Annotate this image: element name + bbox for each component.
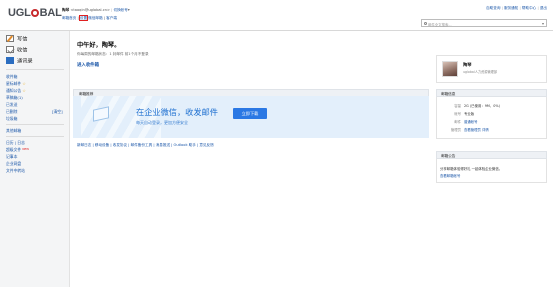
enter-inbox-link[interactable]: 进入收件箱: [77, 62, 99, 68]
notice-panel: [436, 159, 547, 183]
star-icon: ☆: [22, 81, 26, 86]
profile-card: 陶琴 uglobal人力资源管理部: [436, 55, 547, 83]
user-email: <taoqin@uglobal.cn>: [70, 8, 110, 12]
user-identity: 陶琴 <taoqin@uglobal.cn> | 切换帐号▾: [62, 8, 130, 12]
capacity-value: 2G (已使用：9M，0%): [464, 104, 500, 108]
sidebar-item-inbox[interactable]: 收件箱: [6, 74, 17, 80]
envelope-icon: [6, 46, 14, 53]
pencil-icon: [6, 35, 14, 42]
promo-subtitle: 每天自动登录，更加方便安全: [136, 120, 188, 125]
compose-button[interactable]: 写信: [6, 35, 27, 44]
divider: [6, 136, 64, 137]
link-self-service[interactable]: 自助查询: [486, 6, 500, 10]
contacts-button[interactable]: 通讯录: [6, 57, 33, 66]
search-input[interactable]: 邮件全文搜索...: [428, 22, 452, 27]
new-badge: NEW: [22, 147, 30, 151]
mail-account-link[interactable]: 普通帐号: [464, 119, 478, 124]
mail-info-header: 邮箱信息: [436, 89, 547, 97]
sidebar-item-notices[interactable]: 通知公告 ☆: [6, 88, 26, 94]
user-name: 陶琴: [62, 8, 70, 12]
promo-banner[interactable]: 在企业微信，收发邮件 每天自动登录，更加方便安全 立即下载: [73, 96, 429, 138]
nav-client[interactable]: 客户端: [106, 16, 117, 20]
chevron-down-icon[interactable]: ▾: [542, 21, 544, 26]
notice-header: 邮箱公告: [436, 151, 547, 159]
divider: [6, 124, 64, 125]
avatar[interactable]: [442, 61, 458, 77]
address-book-icon: [6, 57, 14, 64]
sidebar-item-deleted[interactable]: 已删除: [6, 109, 17, 115]
clear-trash-link[interactable]: [清空]: [52, 109, 63, 115]
sidebar-item-other-mailboxes[interactable]: 其他邮箱: [6, 128, 21, 134]
sidebar: 写信 收信 通讯录 收件箱 星标邮件 ☆ 通知公告 ☆ 草稿箱(1) 已发送 已…: [0, 31, 70, 287]
greeting-subtitle: 你每周的邮箱状态：1 封邮件 前1个月不登录: [77, 52, 149, 56]
sidebar-item-cloud-drive[interactable]: 企业网盘: [6, 161, 21, 167]
switch-account-link[interactable]: 切换帐号: [113, 8, 127, 12]
sidebar-item-notebook[interactable]: 记事本: [6, 154, 17, 160]
profile-name: 陶琴: [463, 62, 472, 67]
promo-headline: 在企业微信，收发邮件: [136, 107, 218, 117]
header-nav: 邮箱首页 | 设置 微信邮箱 | 客户端: [62, 14, 117, 22]
sidebar-item-calendar[interactable]: 日历 | 日志: [6, 140, 25, 146]
sidebar-item-super-files[interactable]: 超级文件 NEW: [6, 147, 29, 153]
admin-link[interactable]: 查看管理员 详情: [464, 127, 489, 132]
link-service-notice[interactable]: 服务通知: [504, 6, 518, 10]
brand-logo[interactable]: UGL BAL: [8, 7, 62, 19]
receive-button[interactable]: 收信: [6, 46, 27, 55]
link-help-center[interactable]: 帮助中心: [522, 6, 536, 10]
account-type-value: 专业版: [464, 112, 475, 116]
top-header: UGL BAL 陶琴 <taoqin@uglobal.cn> | 切换帐号▾ 邮箱…: [0, 0, 553, 31]
sidebar-item-starred[interactable]: 星标邮件 ☆: [6, 81, 26, 87]
divider: [6, 69, 64, 70]
greeting-title: 中午好，陶琴。: [77, 42, 121, 49]
profile-org: uglobal人力资源管理部: [463, 70, 498, 74]
sidebar-item-spam[interactable]: 垃圾箱: [6, 116, 17, 122]
link-logout[interactable]: 退出: [540, 6, 547, 10]
nav-settings[interactable]: 设置: [78, 14, 89, 22]
top-right-links: 自助查询 | 服务通知 | 帮助中心 | 退出: [486, 6, 547, 10]
search-icon[interactable]: [423, 21, 427, 25]
sidebar-item-drafts[interactable]: 草稿箱(1): [6, 95, 23, 101]
feature-links[interactable]: 新邮日志 | 移动设备 | 收发协议 | 邮件备份工具 | 消息推送 | Out…: [77, 143, 214, 148]
logo-ring-icon: [31, 9, 40, 17]
sidebar-item-sent[interactable]: 已发送: [6, 102, 17, 108]
sidebar-item-file-transfer[interactable]: 文件中转站: [6, 168, 25, 174]
nav-mobile-mail[interactable]: 微信邮箱: [88, 16, 102, 20]
mail-info-panel: 容量 2G (已使用：9M，0%) 帐号 专业版 邮件 普通帐号 管理员 查看管…: [436, 97, 547, 139]
download-now-button[interactable]: 立即下载: [233, 108, 267, 119]
notice-link[interactable]: 查看邮箱帐号: [440, 173, 460, 178]
nav-mail-home[interactable]: 邮箱首页: [62, 16, 76, 20]
chevron-down-icon[interactable]: ▾: [128, 8, 130, 12]
notice-text: 分享邮箱体验得好礼 一起体验企业微信。: [440, 167, 503, 171]
search-box[interactable]: 邮件全文搜索... ▾: [421, 19, 547, 27]
star-icon: ☆: [22, 88, 26, 93]
